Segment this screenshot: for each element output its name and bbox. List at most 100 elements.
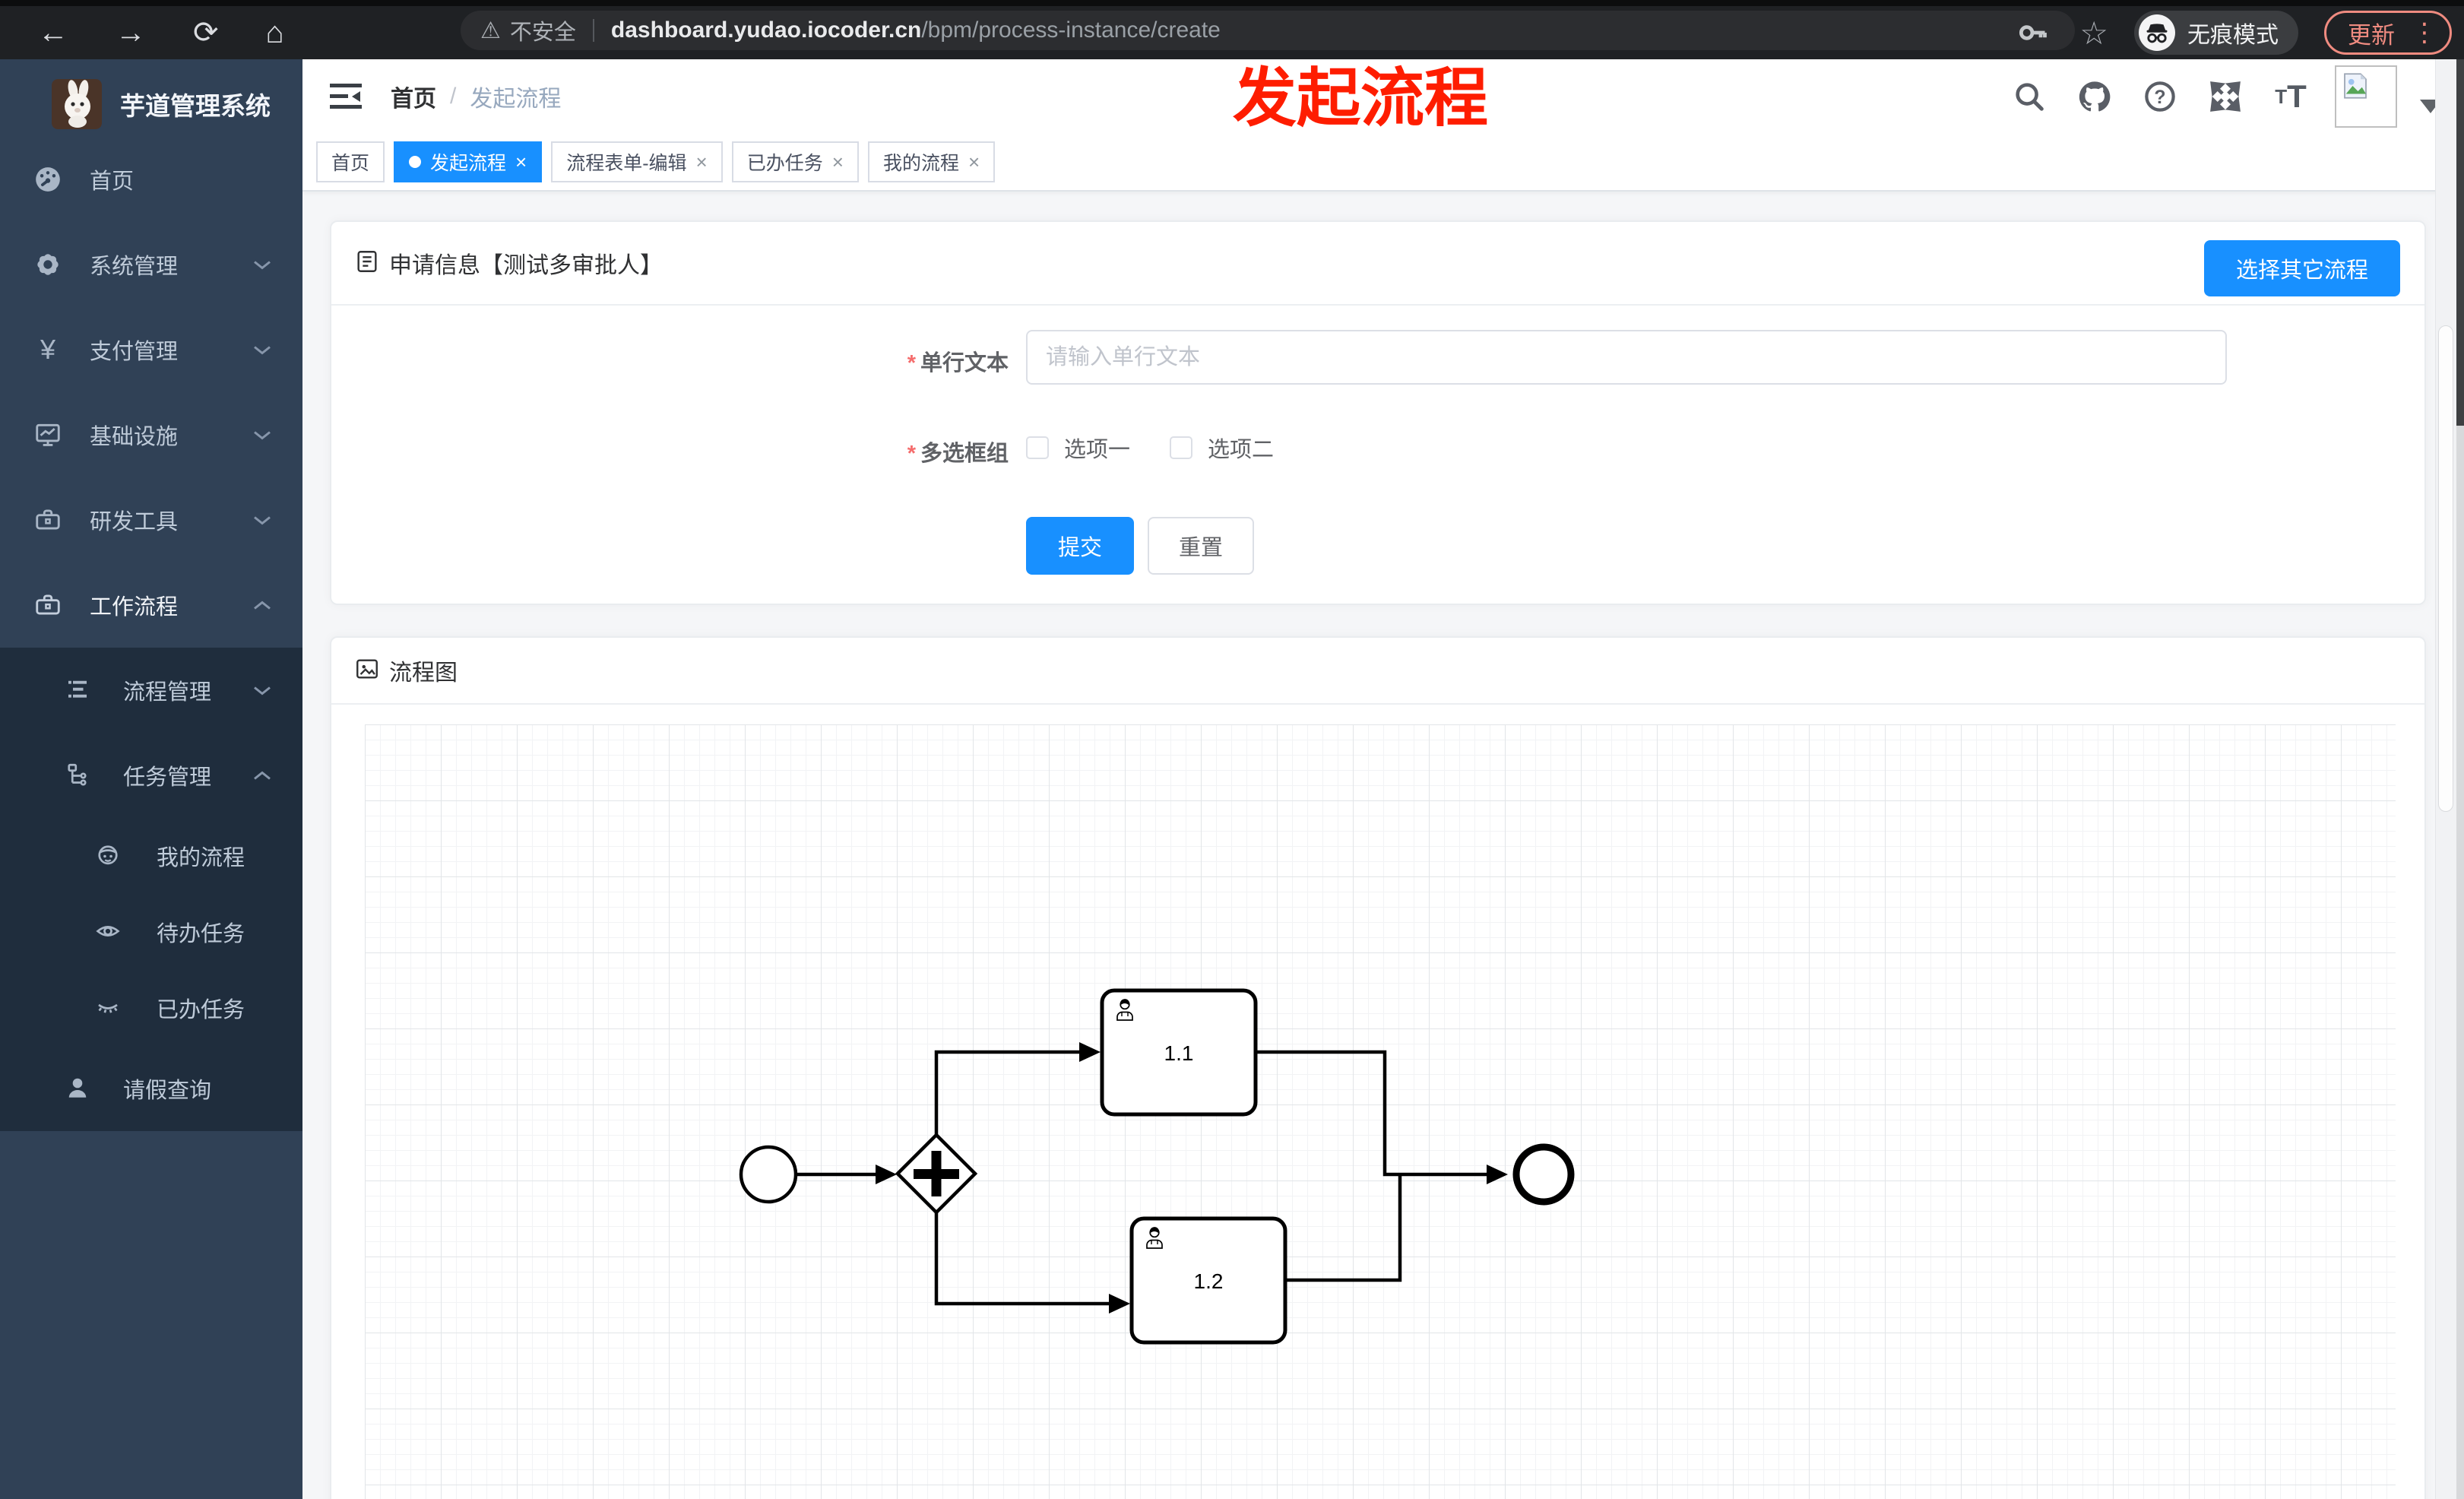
tab-close-icon[interactable]: ×	[696, 151, 708, 174]
github-icon[interactable]	[2073, 75, 2116, 118]
diagram-header: 流程图	[331, 638, 2424, 705]
bpmn-arrowhead	[876, 1165, 897, 1184]
app-header: 首页 / 发起流程 发起流程 ? TT	[302, 59, 2464, 134]
browser-menu-icon[interactable]: ⋮	[2412, 17, 2437, 48]
fullscreen-icon[interactable]	[2204, 75, 2247, 118]
scrollbar-thumb[interactable]	[2438, 325, 2453, 812]
task-label: 1.2	[1194, 1269, 1224, 1293]
diagram-title: 流程图	[389, 661, 458, 686]
checkbox-icon[interactable]	[1170, 436, 1193, 459]
incognito-label: 无痕模式	[2187, 23, 2279, 48]
screen: ← → ⟳ ⌂ ⚠ 不安全 dashboard.yudao.iocoder.cn…	[0, 0, 2464, 1499]
browser-home-icon[interactable]: ⌂	[266, 17, 284, 48]
bpmn-end-event[interactable]	[1512, 1143, 1575, 1206]
tree-icon	[64, 761, 93, 790]
checkbox-group-label: * 多选框组	[907, 442, 1009, 466]
incognito-icon	[2139, 14, 2175, 51]
toolbox-icon	[33, 591, 62, 620]
face-icon	[94, 841, 123, 870]
tab-my-process[interactable]: 我的流程 ×	[867, 141, 996, 182]
chevron-up-icon	[252, 763, 272, 788]
tab-create-process[interactable]: 发起流程 ×	[394, 141, 543, 182]
browser-tab-strip	[0, 0, 2464, 6]
tab-close-icon[interactable]: ×	[832, 151, 844, 174]
breadcrumb: 首页 / 发起流程	[391, 59, 561, 134]
single-line-text-input[interactable]	[1026, 330, 2227, 385]
chevron-down-icon	[252, 678, 272, 703]
tags-view-bar: 首页 发起流程 × 流程表单-编辑 × 已办任务 × 我的流程 ×	[302, 134, 2464, 192]
bpmn-flow-task1-end	[1256, 1050, 1489, 1177]
bpmn-start-event[interactable]	[739, 1145, 798, 1204]
tab-home[interactable]: 首页	[316, 141, 385, 182]
sidebar-item-process-mgmt[interactable]: 流程管理	[0, 648, 302, 733]
sidebar-item-todo-tasks[interactable]: 待办任务	[0, 894, 302, 970]
sidebar-item-done-tasks[interactable]: 已办任务	[0, 970, 302, 1046]
sidebar-item-workflow[interactable]: 工作流程	[0, 563, 302, 648]
font-size-icon[interactable]: TT	[2269, 75, 2312, 118]
sidebar: 芋道管理系统 首页 系统管理 ¥ 支付管理 基础设施 研发工具 工作流程 流程管…	[0, 59, 302, 1499]
sidebar-menu: 首页 系统管理 ¥ 支付管理 基础设施 研发工具 工作流程 流程管理 任务管理 …	[0, 137, 302, 1131]
sidebar-logo[interactable]: 芋道管理系统	[0, 59, 302, 129]
sidebar-item-devtools[interactable]: 研发工具	[0, 477, 302, 563]
password-key-icon[interactable]	[2011, 11, 2054, 54]
not-secure-warning-icon: ⚠	[480, 17, 501, 43]
address-bar[interactable]: ⚠ 不安全 dashboard.yudao.iocoder.cn/bpm/pro…	[461, 11, 2075, 50]
sidebar-item-payment[interactable]: ¥ 支付管理	[0, 307, 302, 392]
avatar[interactable]	[2335, 65, 2397, 128]
breadcrumb-home[interactable]: 首页	[391, 80, 436, 113]
user-icon	[64, 1074, 93, 1103]
chevron-down-icon	[252, 423, 272, 448]
sidebar-item-infra[interactable]: 基础设施	[0, 392, 302, 477]
bpmn-arrowhead	[1487, 1165, 1508, 1184]
breadcrumb-current: 发起流程	[470, 87, 562, 112]
reset-button[interactable]: 重置	[1148, 517, 1254, 575]
select-other-process-button[interactable]: 选择其它流程	[2203, 240, 2400, 296]
browser-update-button[interactable]: 更新 ⋮	[2324, 11, 2452, 55]
browser-chrome: ← → ⟳ ⌂ ⚠ 不安全 dashboard.yudao.iocoder.cn…	[0, 0, 2464, 59]
tab-done-tasks[interactable]: 已办任务 ×	[731, 141, 859, 182]
tab-close-icon[interactable]: ×	[968, 151, 980, 174]
search-icon[interactable]	[2008, 75, 2051, 118]
page-scrollbar[interactable]	[2435, 59, 2456, 1499]
sidebar-item-task-mgmt[interactable]: 任务管理	[0, 733, 302, 818]
bpmn-diagram: 1.1 1.2	[739, 988, 1575, 1345]
tab-process-form-edit[interactable]: 流程表单-编辑 ×	[551, 141, 723, 182]
dashboard-icon	[33, 165, 62, 194]
checkbox-option-2[interactable]: 选项二	[1170, 432, 1274, 464]
logo-image	[52, 79, 102, 129]
tab-close-icon[interactable]: ×	[515, 151, 527, 174]
help-icon[interactable]: ?	[2139, 75, 2181, 118]
sidebar-item-home[interactable]: 首页	[0, 137, 302, 222]
chevron-down-icon	[252, 252, 272, 277]
bookmark-star-icon[interactable]: ☆	[2079, 14, 2108, 52]
workflow-submenu: 流程管理 任务管理 我的流程 待办任务 已办任务 请假查询	[0, 648, 302, 1131]
toolbox-icon	[33, 505, 62, 534]
sidebar-item-my-process[interactable]: 我的流程	[0, 818, 302, 894]
browser-forward-icon[interactable]: →	[116, 17, 146, 48]
browser-reload-icon[interactable]: ⟳	[193, 17, 219, 48]
bpmn-arrowhead	[1079, 1042, 1101, 1062]
submit-button[interactable]: 提交	[1026, 517, 1134, 575]
bpmn-canvas[interactable]: 1.1 1.2	[365, 724, 2396, 1499]
browser-back-icon[interactable]: ←	[38, 17, 68, 48]
checkbox-icon[interactable]	[1026, 436, 1049, 459]
svg-text:?: ?	[2154, 87, 2165, 108]
annotation-overlay: 发起流程	[1232, 62, 1488, 134]
sidebar-item-system[interactable]: 系统管理	[0, 222, 302, 307]
task-label: 1.1	[1164, 1041, 1194, 1065]
sidebar-collapse-icon[interactable]	[330, 82, 363, 111]
sidebar-item-leave-query[interactable]: 请假查询	[0, 1046, 302, 1131]
breadcrumb-separator: /	[450, 84, 457, 109]
required-mark: *	[907, 351, 916, 376]
bpmn-arrowhead	[1109, 1294, 1130, 1314]
url-path: /bpm/process-instance/create	[921, 17, 1221, 43]
process-diagram-card: 流程图 1.1 1.2	[330, 636, 2426, 1499]
incognito-badge: 无痕模式	[2134, 11, 2298, 55]
image-icon	[354, 656, 380, 686]
window-edge	[2456, 426, 2464, 1499]
chevron-up-icon	[252, 593, 272, 618]
eye-closed-icon	[94, 994, 123, 1022]
checkbox-option-1[interactable]: 选项一	[1026, 432, 1130, 464]
list-icon	[64, 676, 93, 705]
required-mark: *	[907, 442, 916, 466]
